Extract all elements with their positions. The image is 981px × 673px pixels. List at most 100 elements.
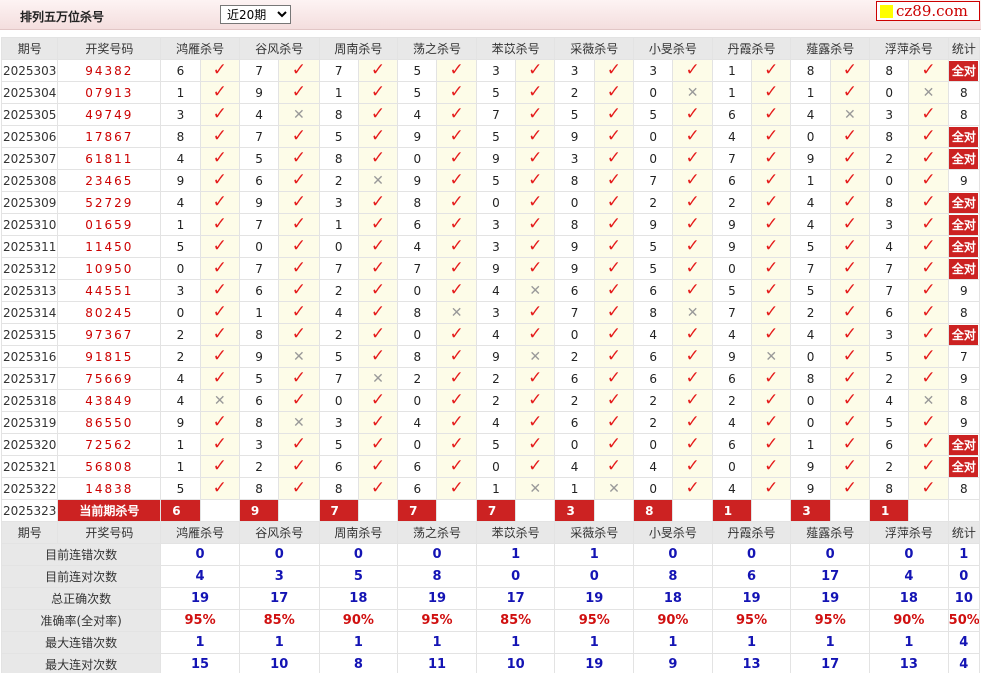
check-icon: ✓: [370, 60, 386, 80]
result-mark: ✓: [672, 367, 713, 390]
current-kill-number: 7: [397, 499, 438, 522]
check-icon: ✓: [921, 236, 936, 256]
kill-number: 4: [790, 323, 831, 346]
kill-number: 9: [554, 125, 595, 148]
check-icon: ✓: [764, 456, 779, 476]
result-mark: ✓: [829, 147, 871, 170]
result-mark: ✓: [751, 235, 792, 258]
kill-number: 0: [633, 147, 674, 170]
result-mark: ✓: [829, 323, 871, 346]
result-mark: ✓: [908, 235, 949, 258]
stats-value: 0: [318, 543, 399, 566]
check-icon: ✓: [212, 82, 227, 102]
current-kill-number: 9: [238, 499, 280, 522]
result-mark: ✓: [199, 147, 240, 170]
kill-number: 6: [397, 455, 438, 478]
check-icon: ✓: [449, 390, 464, 410]
kill-number: 1: [160, 213, 201, 236]
result-mark: ✓: [593, 455, 635, 478]
stats-row: 最大连对次数 15 10 8 11 10 19 9 13 17 13 4: [0, 653, 981, 673]
column-header: 薤露杀号: [790, 521, 871, 544]
stats-value: 8: [318, 653, 399, 673]
stats-value: 90%: [869, 609, 949, 632]
result-mark: ✓: [908, 477, 949, 500]
result-mark: ✓: [436, 477, 477, 500]
result-mark: ✓: [436, 235, 477, 258]
kill-number: 2: [160, 345, 201, 368]
result-mark: ✓: [278, 59, 320, 82]
result-mark: ✓: [199, 213, 240, 236]
result-mark: ✓: [751, 477, 792, 500]
kill-number: 7: [475, 103, 517, 126]
result-mark: ✓: [199, 191, 240, 214]
stats-label: 目前连对次数: [0, 565, 162, 588]
result-mark: ✓: [199, 477, 240, 500]
check-icon: ✓: [764, 412, 779, 432]
stat-cell: 全对: [947, 433, 981, 456]
kill-number: 4: [711, 125, 753, 148]
result-mark: ✓: [436, 367, 477, 390]
result-mark: ✓: [278, 125, 320, 148]
check-icon: ✓: [449, 236, 464, 256]
kill-number: 9: [711, 235, 753, 258]
kill-number: 6: [318, 455, 359, 478]
kill-number: 2: [397, 367, 438, 390]
check-icon: ✓: [921, 280, 936, 300]
kill-number: 4: [475, 411, 517, 434]
period-select[interactable]: 近20期: [220, 5, 291, 24]
check-icon: ✓: [528, 236, 543, 256]
kill-number: 6: [554, 411, 595, 434]
stats-value: 1: [633, 631, 713, 654]
result-mark: ✓: [908, 323, 949, 346]
result-mark: ✕: [672, 301, 713, 324]
check-icon: ✓: [449, 214, 464, 234]
kill-number: 2: [554, 389, 595, 412]
kill-number: 4: [397, 103, 438, 126]
issue-number: 2025309: [0, 191, 59, 214]
result-mark: ✓: [278, 433, 320, 456]
check-icon: ✓: [291, 434, 306, 454]
check-icon: ✓: [842, 346, 857, 366]
stats-value: 19: [160, 587, 240, 610]
check-icon: ✓: [606, 302, 622, 322]
site-logo[interactable]: cz89.com: [876, 1, 980, 21]
result-mark: ✓: [751, 103, 792, 126]
stats-value: 50%: [947, 609, 981, 632]
kill-number: 4: [238, 103, 280, 126]
result-mark: ✓: [515, 455, 556, 478]
check-icon: ✓: [370, 82, 386, 102]
stats-value: 10: [475, 653, 556, 673]
result-mark: ✓: [436, 81, 477, 104]
stat-cell: 9: [947, 279, 981, 302]
current-kill-number: 8: [633, 499, 674, 522]
kill-number: 5: [790, 235, 831, 258]
cross-icon: ✕: [608, 480, 620, 497]
current-kill-number: 7: [475, 499, 517, 522]
stats-value: 95%: [160, 609, 240, 632]
kill-number: 0: [869, 169, 910, 192]
result-mark: ✓: [436, 323, 477, 346]
empty-cell: [672, 499, 713, 522]
check-icon: ✓: [685, 390, 700, 410]
check-icon: ✓: [606, 280, 622, 300]
check-icon: ✓: [921, 214, 936, 234]
stats-value: 4: [947, 653, 981, 673]
draw-number: 52729: [57, 191, 162, 214]
check-icon: ✓: [449, 412, 464, 432]
kill-number: 0: [790, 411, 831, 434]
kill-number: 3: [869, 213, 910, 236]
result-mark: ✓: [672, 323, 713, 346]
check-icon: ✓: [685, 258, 700, 278]
result-mark: ✓: [278, 257, 320, 280]
draw-number: 23465: [57, 169, 162, 192]
cross-icon: ✕: [843, 106, 856, 123]
result-mark: ✓: [672, 235, 713, 258]
kill-number: 2: [711, 389, 753, 412]
empty-cell: [829, 499, 871, 522]
draw-number: 07913: [57, 81, 162, 104]
result-mark: ✓: [199, 433, 240, 456]
current-kill-number: 3: [554, 499, 595, 522]
check-icon: ✓: [842, 126, 857, 146]
kill-number: 1: [475, 477, 517, 500]
result-mark: ✕: [278, 103, 320, 126]
